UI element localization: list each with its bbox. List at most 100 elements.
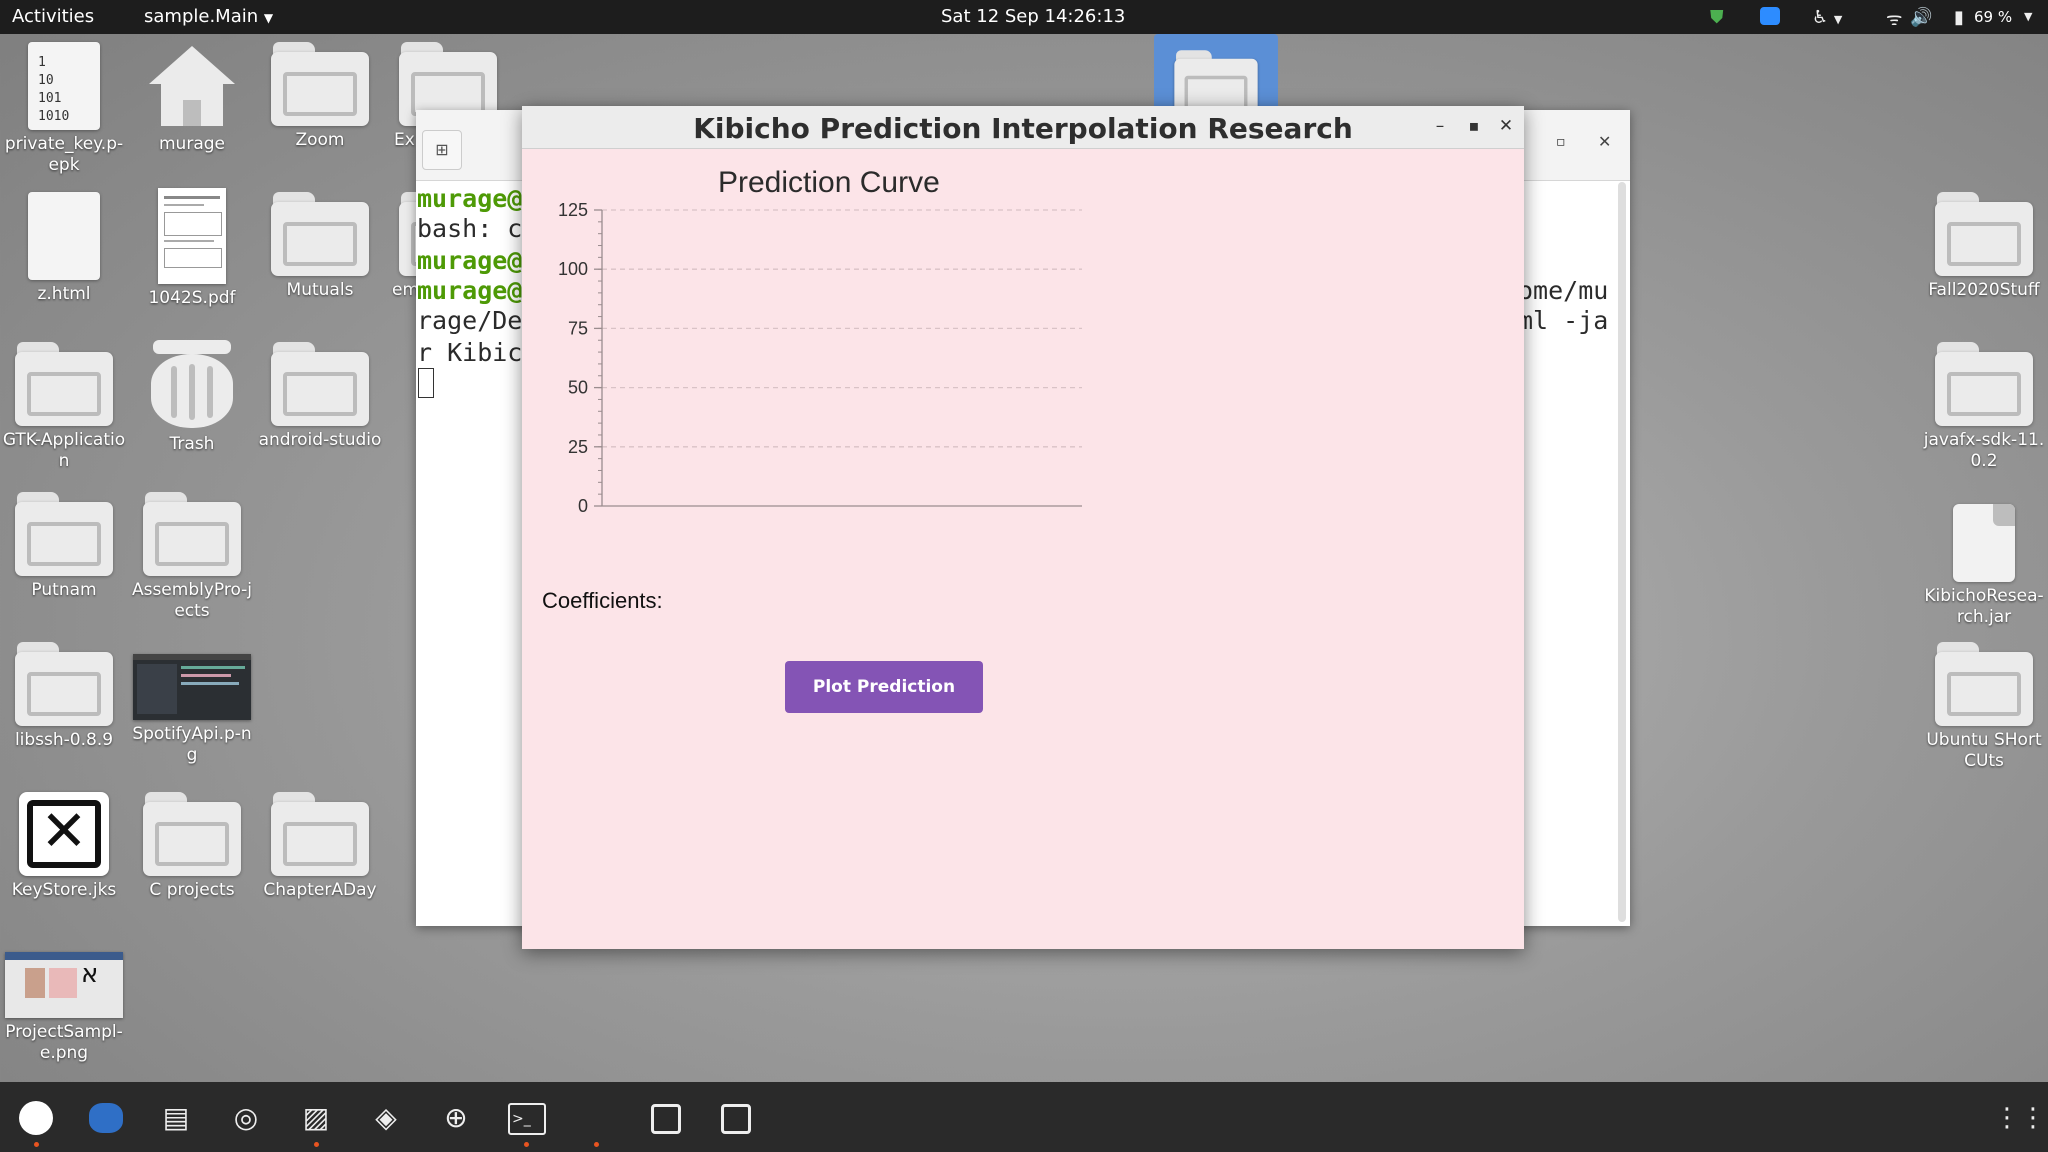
desktop-icon-selected-folder[interactable] — [1154, 34, 1278, 122]
desktop-icon-z-html[interactable]: z.html — [2, 192, 126, 305]
shield-icon[interactable]: ⛊ — [1710, 7, 1724, 28]
desktop-icon-label: KeyStore.jks — [11, 880, 117, 900]
system-menu-chevron-icon[interactable]: ▼ — [2024, 10, 2032, 23]
terminal-line: ml -ja — [1518, 306, 1609, 335]
desktop-icon-chapteraday[interactable]: ChapterADay — [258, 792, 382, 901]
folder-icon — [271, 792, 369, 876]
rhythmbox-icon[interactable]: ◎ — [228, 1100, 264, 1136]
desktop-icon-libssh[interactable]: libssh-0.8.9 — [2, 642, 126, 751]
folder-icon — [1935, 642, 2033, 726]
window-title: Kibicho Prediction Interpolation Researc… — [693, 112, 1353, 145]
desktop-icon-c-projects[interactable]: C projects — [130, 792, 254, 901]
volume-icon[interactable]: 🔊 — [1910, 7, 1932, 28]
desktop-icon-javafx-sdk[interactable]: javafx-sdk-11.0.2 — [1922, 342, 2046, 472]
folder-icon — [271, 42, 369, 126]
java-app-icon[interactable] — [648, 1100, 684, 1136]
terminal-cursor — [418, 368, 434, 398]
desktop-icon-label: KibichoResea-rch.jar — [1924, 586, 2044, 627]
desktop-icon-label: Mutuals — [286, 280, 354, 300]
text-editor-icon[interactable]: ▨ — [298, 1100, 334, 1136]
desktop-icon-label: Putnam — [31, 580, 97, 600]
y-tick-label: 125 — [558, 200, 588, 220]
maximize-icon[interactable]: ▫ — [1556, 134, 1566, 150]
terminal-scrollbar[interactable] — [1618, 182, 1626, 922]
software-icon[interactable]: ◈ — [368, 1100, 404, 1136]
new-tab-icon[interactable]: ⊞ — [422, 130, 462, 170]
close-icon[interactable]: ✕ — [1598, 132, 1611, 151]
home-folder-icon — [143, 42, 241, 130]
desktop-icon-label: Ubuntu SHortCUts — [1926, 730, 2042, 771]
desktop-icon-mutuals[interactable]: Mutuals — [258, 192, 382, 301]
binary-file-icon: 1 10 101 1010 — [28, 42, 100, 130]
y-tick-label: 75 — [568, 318, 588, 338]
desktop-icon-label: C projects — [149, 880, 235, 900]
show-applications-icon[interactable]: ⋮⋮⋮ — [1994, 1100, 2048, 1136]
desktop-icon-gtk-application[interactable]: GTK-Application — [2, 342, 126, 472]
kibicho-app-window[interactable]: Kibicho Prediction Interpolation Researc… — [522, 106, 1524, 949]
folder-icon — [143, 792, 241, 876]
terminal-line: murage@ — [417, 276, 523, 305]
desktop-icon-trash[interactable]: Trash — [130, 340, 254, 455]
app-menu[interactable]: sample.Main ▼ — [144, 6, 273, 27]
top-bar: Activities sample.Main ▼ Sat 12 Sep 14:2… — [0, 0, 2048, 34]
image-thumbnail-icon: א — [5, 952, 123, 1018]
desktop-icon-zoom[interactable]: Zoom — [258, 42, 382, 151]
desktop-icon-ubuntu-shortcuts[interactable]: Ubuntu SHortCUts — [1922, 642, 2046, 772]
y-tick-label: 50 — [568, 378, 588, 398]
terminal-icon[interactable]: >_ — [508, 1100, 546, 1136]
zoom-tray-icon[interactable] — [1760, 7, 1780, 30]
desktop-icon-label: Trash — [169, 434, 215, 454]
desktop-icon-android-studio[interactable]: android-studio — [258, 342, 382, 451]
desktop-icon-1042s-pdf[interactable]: 1042S.pdf — [130, 188, 254, 309]
desktop-icon-label: z.html — [37, 284, 91, 304]
files-icon[interactable]: ▤ — [158, 1100, 194, 1136]
desktop-icon-label: 1042S.pdf — [148, 288, 236, 308]
firefox-icon[interactable] — [18, 1100, 54, 1136]
desktop-icon-projectsample-png[interactable]: א ProjectSampl-e.png — [2, 952, 126, 1064]
desktop-icon-label: javafx-sdk-11.0.2 — [1923, 430, 2045, 471]
close-icon[interactable]: ✕ — [1494, 114, 1518, 138]
thunderbird-icon[interactable] — [88, 1100, 124, 1136]
desktop-icon-label: libssh-0.8.9 — [14, 730, 114, 750]
desktop-icon-murage[interactable]: murage — [130, 42, 254, 155]
folder-icon — [15, 492, 113, 576]
bin-line: 10 — [38, 73, 54, 88]
desktop-icon-label: android-studio — [258, 430, 382, 450]
minimize-icon[interactable]: – — [1428, 114, 1452, 138]
desktop-icon-keystore[interactable]: ✕ KeyStore.jks — [2, 792, 126, 901]
y-tick-label: 25 — [568, 437, 588, 457]
bin-line: 101 — [38, 91, 62, 106]
desktop-icon-label: ChapterADay — [263, 880, 377, 900]
wifi-icon[interactable]: ᯤ — [1886, 7, 1902, 31]
trash-icon — [147, 340, 237, 430]
terminal-line: bash: c — [417, 214, 523, 243]
folder-icon — [143, 492, 241, 576]
prediction-chart: 0 25 50 75 100 125 — [558, 200, 1082, 516]
running-indicator — [594, 1142, 599, 1147]
maximize-icon[interactable]: ◼ — [1462, 114, 1486, 138]
desktop-icon-assembly-projects[interactable]: AssemblyPro-jects — [130, 492, 254, 622]
bin-line: 1010 — [38, 109, 70, 124]
desktop-icon-label: ProjectSampl-e.png — [5, 1022, 123, 1063]
desktop-icon-kibicho-jar[interactable]: KibichoResea-rch.jar — [1922, 504, 2046, 628]
desktop-icon-fall2020stuff[interactable]: Fall2020Stuff — [1922, 192, 2046, 301]
folder-icon — [15, 342, 113, 426]
y-tick-label: 0 — [578, 496, 588, 516]
battery-percentage[interactable]: 69 % — [1974, 8, 2012, 26]
java-app-icon[interactable] — [718, 1100, 754, 1136]
terminal-line: ome/mu — [1518, 276, 1609, 305]
image-thumbnail-icon — [133, 654, 251, 720]
battery-icon[interactable]: ▮ — [1954, 7, 1964, 28]
clock[interactable]: Sat 12 Sep 14:26:13 — [941, 6, 1125, 27]
desktop-icon-putnam[interactable]: Putnam — [2, 492, 126, 601]
title-bar[interactable]: Kibicho Prediction Interpolation Researc… — [522, 106, 1524, 149]
folder-icon — [1935, 192, 2033, 276]
x-application-icon: ✕ — [19, 792, 109, 876]
desktop-icon-label: AssemblyPro-jects — [131, 580, 253, 621]
desktop-icon-private-key[interactable]: 1 10 101 1010 private_key.p-epk — [2, 42, 126, 176]
plot-prediction-button[interactable]: Plot Prediction — [785, 661, 983, 713]
accessibility-icon[interactable]: ♿ ▼ — [1812, 7, 1842, 28]
desktop-icon-spotify-png[interactable]: SpotifyApi.p-ng — [130, 654, 254, 766]
help-icon[interactable]: ⊕ — [438, 1100, 474, 1136]
activities-button[interactable]: Activities — [12, 6, 94, 27]
